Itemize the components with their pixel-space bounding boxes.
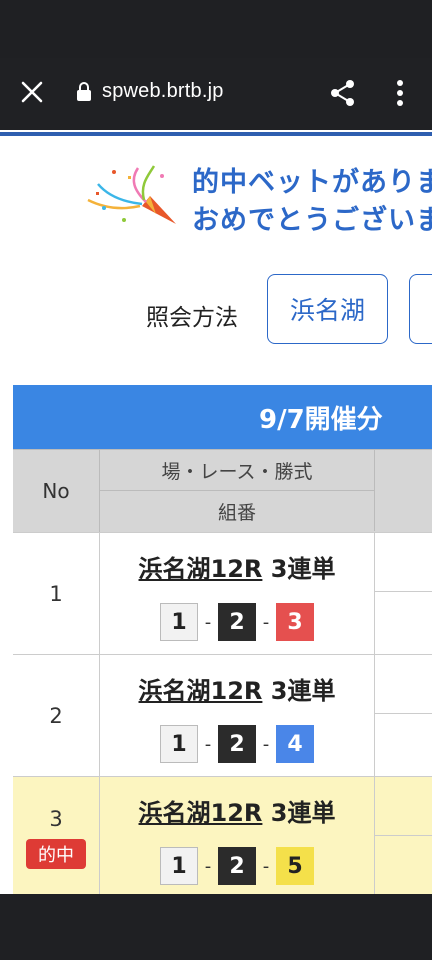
- party-popper-icon: [87, 165, 176, 224]
- race-link[interactable]: 浜名湖12R: [139, 799, 263, 827]
- date-header: 9/7開催分: [13, 385, 432, 449]
- bet-type: 3連単: [262, 677, 336, 705]
- combo-dash: -: [204, 855, 212, 877]
- lock-icon: [77, 82, 91, 101]
- congrats-text-line2: おめでとうございま: [192, 205, 432, 236]
- race-name: 浜名湖12R 3連単: [100, 549, 374, 584]
- table-row: 3 的中 浜名湖12R 3連単 1-2-5: [13, 776, 432, 894]
- combo-dash: -: [262, 733, 270, 755]
- congrats-text-line1: 的中ベットがありま: [192, 167, 432, 198]
- header-race: 場・レース・勝式: [100, 450, 375, 491]
- boat-number-2: 2: [218, 603, 256, 641]
- amount-cell: [375, 777, 432, 894]
- header-no: No: [13, 450, 100, 532]
- system-nav-bar: [0, 894, 432, 960]
- boat-number-4: 4: [276, 725, 314, 763]
- row-no: 3: [49, 806, 63, 831]
- row-no: 2: [49, 703, 63, 728]
- browser-toolbar: spweb.brtb.jp: [0, 58, 432, 130]
- race-link[interactable]: 浜名湖12R: [139, 555, 263, 583]
- bet-type: 3連単: [262, 555, 336, 583]
- venue-button[interactable]: 浜名湖: [267, 274, 388, 344]
- header-rule: [0, 132, 432, 136]
- boat-number-2: 2: [218, 725, 256, 763]
- combo-numbers: 1-2-3: [100, 603, 374, 641]
- share-icon[interactable]: [328, 78, 358, 108]
- status-bar: [0, 0, 432, 58]
- race-cell: 浜名湖12R 3連単 1-2-3: [100, 533, 375, 654]
- combo-numbers: 1-2-5: [100, 847, 374, 885]
- table-row: 2 浜名湖12R 3連単 1-2-4: [13, 654, 432, 776]
- boat-number-3: 3: [276, 603, 314, 641]
- page-content: 的中ベットがありま おめでとうございま 照会方法 浜名湖 9/7開催分 No 場…: [0, 130, 432, 894]
- close-icon[interactable]: [18, 78, 46, 106]
- search-method-label: 照会方法: [146, 305, 238, 331]
- amount-cell: [375, 655, 432, 776]
- combo-dash: -: [262, 611, 270, 633]
- boat-number-1: 1: [160, 725, 198, 763]
- race-name: 浜名湖12R 3連単: [100, 671, 374, 706]
- more-options-icon[interactable]: [392, 78, 408, 108]
- combo-numbers: 1-2-4: [100, 725, 374, 763]
- race-link[interactable]: 浜名湖12R: [139, 677, 263, 705]
- table-header-row: No 場・レース・勝式 組番: [13, 449, 432, 532]
- date-header-label: 9/7開催分: [259, 404, 383, 435]
- race-cell: 浜名湖12R 3連単 1-2-4: [100, 655, 375, 776]
- row-no: 1: [49, 581, 63, 606]
- race-name: 浜名湖12R 3連単: [100, 793, 374, 828]
- combo-dash: -: [204, 611, 212, 633]
- row-no-cell: 3 的中: [13, 777, 100, 894]
- bet-table: 9/7開催分 No 場・レース・勝式 組番 1 浜名湖12R 3連単 1-2-3 2 浜…: [13, 385, 432, 894]
- header-combo: 組番: [100, 491, 375, 531]
- table-body: 1 浜名湖12R 3連単 1-2-3 2 浜名湖12R 3連単 1-2-4 3 的中 浜名湖12…: [13, 532, 432, 894]
- boat-number-2: 2: [218, 847, 256, 885]
- table-row: 1 浜名湖12R 3連単 1-2-3: [13, 532, 432, 654]
- bet-type: 3連単: [262, 799, 336, 827]
- race-cell: 浜名湖12R 3連単 1-2-5: [100, 777, 375, 894]
- cell-divider: [375, 835, 432, 836]
- row-no-cell: 1: [13, 533, 100, 654]
- row-no-cell: 2: [13, 655, 100, 776]
- boat-number-1: 1: [160, 603, 198, 641]
- hit-badge: 的中: [26, 838, 86, 869]
- cell-divider: [375, 591, 432, 592]
- boat-number-5: 5: [276, 847, 314, 885]
- combo-dash: -: [262, 855, 270, 877]
- combo-dash: -: [204, 733, 212, 755]
- cell-divider: [375, 713, 432, 714]
- url-text[interactable]: spweb.brtb.jp: [102, 80, 224, 103]
- amount-cell: [375, 533, 432, 654]
- boat-number-1: 1: [160, 847, 198, 885]
- next-method-button[interactable]: [409, 274, 432, 344]
